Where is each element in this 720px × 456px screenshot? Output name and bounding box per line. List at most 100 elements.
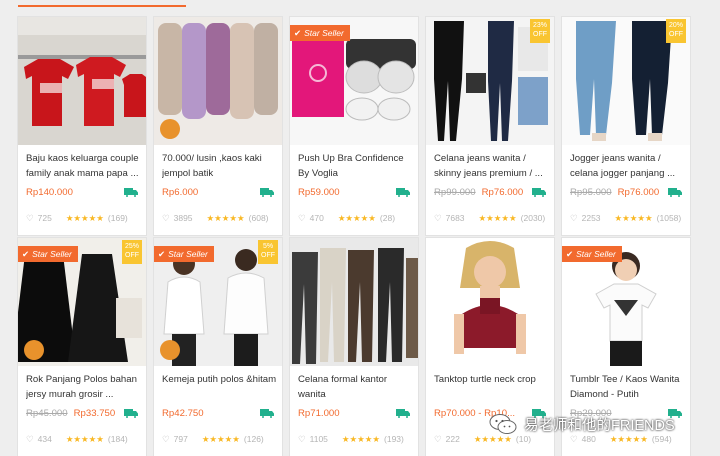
price-row: Rp140.000 [26, 187, 73, 198]
free-shipping-truck-icon [124, 409, 138, 418]
check-icon: ✔ [158, 249, 166, 259]
review-count: (28) [379, 213, 396, 223]
free-shipping-truck-icon [396, 188, 410, 197]
review-count: (1058) [656, 213, 682, 223]
star-rating: ★★★★★ [65, 434, 104, 444]
price-row: Rp95.000 Rp76.000 [570, 187, 659, 198]
price-row: Rp42.750 [162, 408, 204, 419]
discount-percent: 25% [124, 243, 139, 250]
discount-percent: 5% [262, 243, 274, 250]
product-title[interactable]: 70.000/ lusin ,kaos kaki jempol batik [162, 151, 278, 181]
original-price: Rp99.000 [434, 187, 476, 198]
free-shipping-truck-icon [532, 188, 546, 197]
watermark: 易老师和他的FRIENDS [488, 410, 710, 438]
discount-badge: 25% OFF [122, 240, 142, 264]
rating-row: ♡ 470 ★★★★★ (28) [298, 213, 395, 224]
product-title[interactable]: Jogger jeans wanita / celana jogger panj… [570, 151, 686, 181]
like-count: 434 [37, 434, 52, 444]
current-price: Rp76.000 [617, 187, 660, 198]
rating-row: ♡ 434 ★★★★★ (184) [26, 434, 128, 445]
heart-icon[interactable]: ♡ [26, 434, 34, 444]
review-count: (184) [107, 434, 128, 444]
price-row: Rp45.000 Rp33.750 [26, 408, 115, 419]
discount-badge: 20% OFF [666, 19, 686, 43]
discount-off-label: OFF [261, 252, 275, 259]
product-card[interactable]: 20% OFF Jogger jeans wanita / celana jogge… [562, 17, 690, 235]
like-count: 7683 [445, 213, 465, 223]
like-count: 1105 [309, 434, 328, 444]
star-rating: ★★★★★ [614, 213, 653, 223]
current-price: Rp71.000 [298, 408, 340, 419]
product-card[interactable]: Celana formal kantor wanita Rp71.000 ♡ 1105… [290, 238, 418, 456]
star-rating: ★★★★★ [337, 213, 376, 223]
product-image[interactable] [154, 17, 282, 145]
like-count: 470 [309, 213, 324, 223]
discount-off-label: OFF [533, 31, 547, 38]
check-icon: ✔ [22, 249, 30, 259]
wechat-logo-icon [489, 414, 517, 434]
current-price: Rp42.750 [162, 408, 204, 419]
product-card[interactable]: ✔ Star Seller 25% OFF Rok Panjang Polos baha… [18, 238, 146, 456]
heart-icon[interactable]: ♡ [162, 434, 170, 444]
star-rating: ★★★★★ [65, 213, 104, 223]
star-rating: ★★★★★ [201, 434, 240, 444]
price-row: Rp6.000 [162, 187, 198, 198]
check-icon: ✔ [566, 249, 574, 259]
star-rating: ★★★★★ [341, 434, 381, 444]
review-count: (193) [384, 434, 404, 444]
current-price: Rp6.000 [162, 187, 199, 198]
free-shipping-truck-icon [396, 409, 410, 418]
product-title[interactable]: Kemeja putih polos &hitam [162, 372, 278, 402]
product-title[interactable]: Celana formal kantor wanita [298, 372, 414, 402]
current-price: Rp59.000 [298, 187, 340, 198]
product-card[interactable]: ✔ Star Seller Push Up Bra Confidence By Vo… [290, 17, 418, 235]
star-seller-badge: ✔ Star Seller [562, 246, 622, 262]
product-title[interactable]: Rok Panjang Polos bahan jersy murah gros… [26, 372, 142, 402]
product-title[interactable]: Baju kaos keluarga couple family anak ma… [26, 151, 142, 181]
current-price: Rp140.000 [26, 187, 73, 198]
star-seller-label: Star Seller [304, 28, 344, 38]
current-price: Rp33.750 [73, 408, 116, 419]
star-seller-badge: ✔ Star Seller [18, 246, 78, 262]
like-count: 3895 [173, 213, 193, 223]
product-image[interactable] [18, 17, 146, 145]
like-count: 797 [173, 434, 188, 444]
check-icon: ✔ [294, 28, 302, 38]
original-price: Rp45.000 [26, 408, 68, 419]
rating-row: ♡ 1105 ★★★★★ (193) [298, 434, 404, 445]
product-title[interactable]: Tanktop turtle neck crop [434, 372, 550, 402]
heart-icon[interactable]: ♡ [434, 434, 442, 444]
original-price: Rp95.000 [570, 187, 612, 198]
heart-icon[interactable]: ♡ [162, 213, 170, 223]
discount-off-label: OFF [669, 31, 683, 38]
price-row: Rp71.000 [298, 408, 340, 419]
discount-off-label: OFF [125, 252, 139, 259]
review-count: (126) [243, 434, 264, 444]
rating-row: ♡ 797 ★★★★★ (126) [162, 434, 264, 445]
heart-icon[interactable]: ♡ [298, 213, 306, 223]
free-shipping-truck-icon [260, 188, 274, 197]
heart-icon[interactable]: ♡ [26, 213, 34, 223]
heart-icon[interactable]: ♡ [434, 213, 442, 223]
product-card[interactable]: ✔ Star Seller 5% OFF Kemeja putih polos &hit… [154, 238, 282, 456]
product-image[interactable] [426, 238, 554, 366]
product-image[interactable] [290, 238, 418, 366]
review-count: (169) [107, 213, 128, 223]
product-title[interactable]: Celana jeans wanita / skinny jeans premi… [434, 151, 550, 181]
free-shipping-truck-icon [124, 188, 138, 197]
product-title[interactable]: Push Up Bra Confidence By Voglia [298, 151, 414, 181]
star-rating: ★★★★★ [478, 213, 517, 223]
like-count: 222 [445, 434, 460, 444]
discount-percent: 23% [532, 22, 547, 29]
product-card[interactable]: 23% OFF Celana jeans wanita / skinny jeans… [426, 17, 554, 235]
star-rating: ★★★★★ [206, 213, 245, 223]
like-count: 2253 [581, 213, 601, 223]
heart-icon[interactable]: ♡ [570, 213, 578, 223]
product-title[interactable]: Tumblr Tee / Kaos Wanita Diamond - Putih [570, 372, 686, 402]
product-card[interactable]: 70.000/ lusin ,kaos kaki jempol batik Rp6… [154, 17, 282, 235]
review-count: (2030) [520, 213, 546, 223]
discount-badge: 23% OFF [530, 19, 550, 43]
star-seller-label: Star Seller [576, 249, 616, 259]
product-card[interactable]: Baju kaos keluarga couple family anak ma… [18, 17, 146, 235]
heart-icon[interactable]: ♡ [298, 434, 306, 444]
